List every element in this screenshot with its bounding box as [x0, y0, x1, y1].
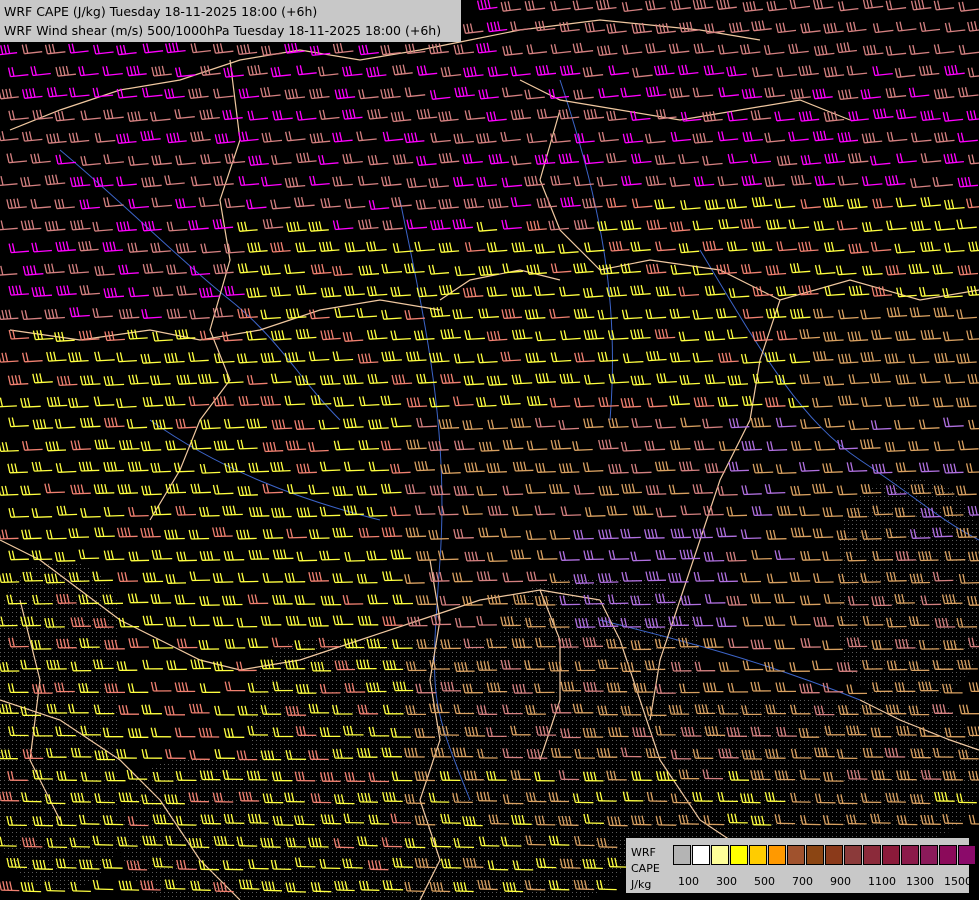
legend-swatch — [673, 845, 691, 865]
legend-swatch — [692, 845, 710, 865]
legend-swatch — [730, 845, 748, 865]
legend-swatch — [939, 845, 957, 865]
legend-label-unit: J/kg — [631, 878, 652, 891]
legend-tick: 700 — [792, 875, 813, 888]
legend-tick: 900 — [830, 875, 851, 888]
legend-swatch — [749, 845, 767, 865]
legend-swatch — [825, 845, 843, 865]
terrain-stipple — [840, 480, 979, 700]
legend-swatch — [711, 845, 729, 865]
legend-swatch — [806, 845, 824, 865]
map-title-box: WRF CAPE (J/kg) Tuesday 18-11-2025 18:00… — [0, 0, 461, 42]
legend-tick: 500 — [754, 875, 775, 888]
map-title-cape: WRF CAPE (J/kg) Tuesday 18-11-2025 18:00… — [4, 4, 318, 19]
weather-map — [0, 0, 979, 900]
legend-tick: 1500 — [944, 875, 972, 888]
legend-swatch — [920, 845, 938, 865]
legend-swatch — [882, 845, 900, 865]
cape-legend: WRF CAPE J/kg 100 300 500 700 900 1100 1300 150… — [626, 838, 976, 893]
legend-tick: 1100 — [868, 875, 896, 888]
legend-tick-labels: 100 300 500 700 900 1100 1300 1500 — [673, 875, 973, 889]
wind-shear-map-canvas — [0, 0, 979, 900]
legend-swatch — [844, 845, 862, 865]
legend-swatch — [863, 845, 881, 865]
legend-swatch — [768, 845, 786, 865]
legend-tick: 100 — [678, 875, 699, 888]
legend-swatch — [901, 845, 919, 865]
legend-label-field: CAPE — [631, 862, 660, 875]
legend-label-model: WRF — [631, 846, 656, 859]
legend-swatch — [958, 845, 976, 865]
river-line — [149, 419, 381, 521]
terrain-stipple — [0, 560, 120, 890]
map-title-wind-shear: WRF Wind shear (m/s) 500/1000hPa Tuesday… — [4, 23, 442, 38]
legend-swatch — [787, 845, 805, 865]
country-border — [149, 59, 241, 521]
legend-color-scale — [673, 845, 977, 865]
legend-tick: 1300 — [906, 875, 934, 888]
legend-tick: 300 — [716, 875, 737, 888]
